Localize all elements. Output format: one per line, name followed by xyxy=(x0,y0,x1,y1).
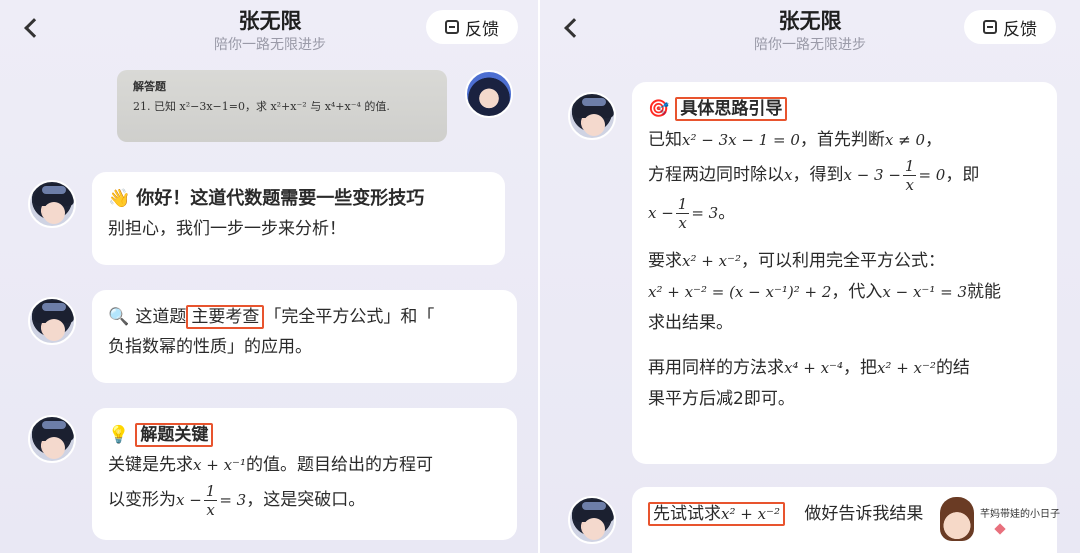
guide-l1-math: x² − 3x − 1 = 0 xyxy=(682,131,800,149)
right-chat-panel: 张无限 陪你一路无限进步 反馈 🎯 具体思路引导 已知x² − 3x − 1 =… xyxy=(540,0,1080,553)
bot-avatar xyxy=(568,496,616,544)
watermark-text: 芊妈带娃的小日子 xyxy=(980,509,1060,520)
feedback-button[interactable]: 反馈 xyxy=(964,10,1056,44)
bot-avatar xyxy=(28,297,76,345)
key-l3-post: ，这是突破口。 xyxy=(246,490,366,510)
bot-avatar xyxy=(28,180,76,228)
guide-p3-l1-math2: x² + x⁻² xyxy=(876,359,936,377)
bot-message-topic: 🔍 这道题 主要考查 「完全平方公式」和「 负指数幂的性质」的应用。 xyxy=(92,290,517,383)
guide-l1-mid: ，首先判断 xyxy=(799,130,885,150)
guide-l2-math3: = 0 xyxy=(918,166,946,184)
guide-p2-l3: 求出结果。 xyxy=(648,313,733,333)
guide-p2-l1-pre: 要求 xyxy=(648,251,682,271)
photo-heading: 解答题 xyxy=(133,80,166,93)
feedback-label: 反馈 xyxy=(465,19,499,40)
guide-p2-l1-post: ，可以利用完全平方公式： xyxy=(740,251,945,271)
guide-p3-l2: 果平方后减2即可。 xyxy=(648,389,795,409)
key-heading: 解题关键 xyxy=(135,423,214,447)
guide-l1-pre: 已知 xyxy=(648,130,682,150)
left-chat-panel: 张无限 陪你一路无限进步 反馈 解答题 21. 已知 x²−3x−1=0，求 x… xyxy=(0,0,540,553)
guide-fraction-2: 1x xyxy=(675,194,690,232)
greeting-line1: 你好！这道代数题需要一些变形技巧 xyxy=(136,188,425,209)
photo-question: 21. 已知 x²−3x−1=0，求 x²+x⁻² 与 x⁴+x⁻⁴ 的值. xyxy=(133,100,390,113)
key-l3-math-a: x − xyxy=(176,491,202,509)
guide-p2-l2-mid: ，代入 xyxy=(831,282,883,302)
key-l3-pre: 以变形为 xyxy=(108,490,176,510)
target-icon: 🎯 xyxy=(648,99,670,119)
magnifier-icon: 🔍 xyxy=(108,307,130,327)
guide-p2-l2-math2: x − x⁻¹ = 3 xyxy=(882,283,968,301)
feedback-icon xyxy=(983,20,997,34)
wave-icon: 👋 xyxy=(108,188,131,209)
guide-l2-mid: ，得到 xyxy=(792,165,844,185)
topic-line2: 负指数幂的性质」的应用。 xyxy=(108,337,312,357)
bot-message-greeting: 👋 你好！这道代数题需要一些变形技巧 别担心，我们一步一步来分析！ xyxy=(92,172,505,265)
topic-highlight: 主要考查 xyxy=(186,305,265,329)
guide-p2-l1-math: x² + x⁻² xyxy=(682,252,741,270)
watermark-avatar xyxy=(940,497,974,541)
question-photo[interactable]: 解答题 21. 已知 x²−3x−1=0，求 x²+x⁻² 与 x⁴+x⁻⁴ 的… xyxy=(117,70,447,142)
watermark: 芊妈带娃的小日子 xyxy=(940,497,1076,549)
bot-message-guide: 🎯 具体思路引导 已知x² − 3x − 1 = 0，首先判断x ≠ 0， 方程… xyxy=(632,82,1057,464)
try-highlight: 先试试求x² + x⁻² xyxy=(648,502,785,526)
heart-icon xyxy=(994,523,1006,535)
guide-l1-math2: x ≠ 0 xyxy=(884,131,925,149)
feedback-button[interactable]: 反馈 xyxy=(426,10,518,44)
bot-avatar xyxy=(568,92,616,140)
guide-p2-l2-math: x² + x⁻² = (x − x⁻¹)² + 2 xyxy=(648,283,832,301)
key-fraction: 1x xyxy=(203,481,218,519)
feedback-icon xyxy=(445,20,459,34)
guide-l3-math-b: = 3 xyxy=(691,204,719,222)
guide-p3-l1-post: 的结 xyxy=(935,358,970,378)
guide-p3-l1-pre: 再用同样的方法求 xyxy=(648,358,784,378)
key-l3-math-b: = 3 xyxy=(219,491,247,509)
guide-l2-pre: 方程两边同时除以 xyxy=(648,165,784,185)
guide-heading: 具体思路引导 xyxy=(675,97,788,121)
topic-pre: 这道题 xyxy=(135,307,187,327)
key-l2-pre: 关键是先求 xyxy=(108,455,193,475)
guide-p3-l1-math: x⁴ + x⁻⁴ xyxy=(784,359,843,377)
bot-avatar xyxy=(28,415,76,463)
try-post: 做好告诉我结果 xyxy=(804,504,924,524)
guide-l2-math2: x − 3 − xyxy=(843,166,901,184)
greeting-line2: 别担心，我们一步一步来分析！ xyxy=(108,219,346,239)
guide-l1-post: ， xyxy=(925,130,942,150)
user-avatar xyxy=(465,70,513,118)
guide-l2-post: ，即 xyxy=(945,165,980,185)
guide-p3-l1-mid: ，把 xyxy=(842,358,877,378)
lightbulb-icon: 💡 xyxy=(108,425,130,445)
guide-l3-post: 。 xyxy=(718,203,736,223)
feedback-label: 反馈 xyxy=(1003,19,1037,40)
guide-fraction-1: 1x xyxy=(902,156,917,194)
key-l2-math: x + x⁻¹ xyxy=(193,456,246,474)
topic-post: 「完全平方公式」和「 xyxy=(264,307,435,327)
key-l2-post: 的值。题目给出的方程可 xyxy=(245,455,433,475)
bot-message-key: 💡 解题关键 关键是先求x + x⁻¹的值。题目给出的方程可 以变形为x −1 x… xyxy=(92,408,517,540)
guide-p2-l2-post: 就能 xyxy=(967,282,1002,302)
guide-l3-math-a: x − xyxy=(648,204,674,222)
